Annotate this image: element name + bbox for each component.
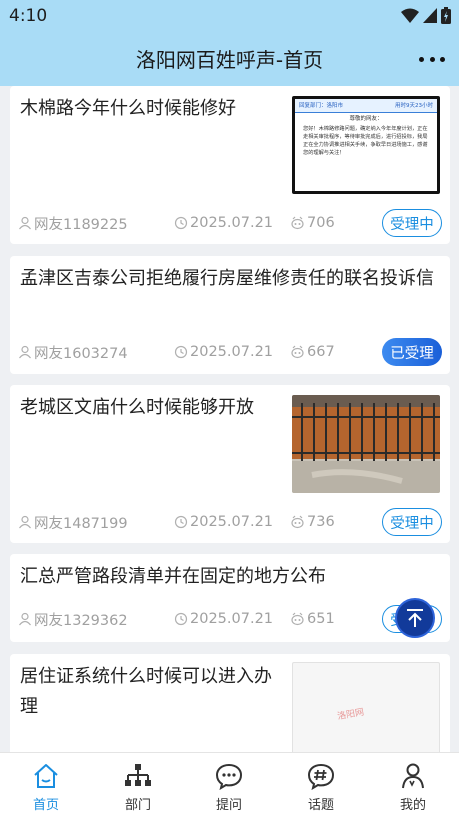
status-time: 4:10 [9,6,48,26]
post-views: 736 [290,509,335,535]
clock-icon [174,216,188,230]
hashtag-chat-icon [307,763,335,790]
post-author: 网友1487199 [18,509,128,535]
view-count-icon [291,345,304,359]
clock-icon [174,612,188,626]
post-card[interactable]: 木棉路今年什么时候能修好 回复部门：洛阳市 用时9天23小时 尊敬的网友： 您好… [10,86,450,244]
status-badge[interactable]: 受理中 [382,508,442,536]
post-title: 木棉路今年什么时候能修好 [20,98,236,119]
more-dot-icon [429,56,435,62]
post-views: 667 [290,339,335,365]
tab-departments[interactable]: 部门 [92,753,184,817]
status-badge[interactable]: 已受理 [382,338,442,366]
clock-icon [174,515,188,529]
status-icons [401,6,451,24]
user-icon [19,515,31,529]
user-icon [19,612,31,626]
signal-icon [423,7,437,23]
clock-icon [174,345,188,359]
post-card[interactable]: 老城区文庙什么时候能够开放 网友1487199 2025.07.21 736 受… [10,385,450,543]
post-thumbnail[interactable]: 回复部门：洛阳市 用时9天23小时 尊敬的网友： 您好！木棉路修路问题，确定纳入… [292,96,440,194]
reply-dept-label: 回复部门： [299,103,327,109]
tab-topics[interactable]: 话题 [275,753,367,817]
gate-photo-image [292,395,440,493]
post-views: 651 [290,606,335,632]
status-badge[interactable]: 受理中 [382,209,442,237]
reply-body: 您好！木棉路修路问题，确定纳入今年年度计划，正在走相关审批程序，等待审批完成后，… [303,126,428,156]
user-icon [19,345,31,359]
arrow-up-icon [407,609,423,627]
post-title: 老城区文庙什么时候能够开放 [20,397,254,418]
app-header: 4:10 洛阳网百姓呼声-首页 [0,0,459,86]
post-card[interactable]: 孟津区吉泰公司拒绝履行房屋维修责任的联名投诉信 网友1603274 2025.0… [10,256,450,374]
tab-label: 提问 [215,798,242,813]
post-card[interactable]: 居住证系统什么时候可以进入办理 洛阳网 [10,654,450,752]
post-meta: 网友1603274 2025.07.21 667 已受理 [18,338,442,366]
chat-bubble-icon [215,763,243,790]
user-icon [402,763,424,789]
post-feed[interactable]: 木棉路今年什么时候能修好 回复部门：洛阳市 用时9天23小时 尊敬的网友： 您好… [0,86,459,752]
post-meta: 网友1189225 2025.07.21 706 受理中 [18,209,442,237]
post-meta: 网友1329362 2025.07.21 651 受理中 [18,605,442,633]
post-title: 孟津区吉泰公司拒绝履行房屋维修责任的联名投诉信 [20,268,434,289]
reply-dept-name: 洛阳市 [326,103,344,109]
post-author: 网友1189225 [18,210,128,236]
post-title: 汇总严管路段清单并在固定的地方公布 [20,566,326,587]
post-thumbnail[interactable]: 洛阳网 [292,662,440,752]
post-thumbnail[interactable] [292,395,440,493]
reply-greeting: 尊敬的网友： [349,116,383,122]
post-card[interactable]: 汇总严管路段清单并在固定的地方公布 网友1329362 2025.07.21 6… [10,554,450,642]
tab-label: 首页 [32,798,59,813]
view-count-icon [291,612,304,626]
post-author: 网友1603274 [18,339,128,365]
post-date: 2025.07.21 [174,509,273,535]
tab-label: 部门 [124,798,151,813]
home-icon [34,764,58,788]
view-count-icon [291,216,304,230]
post-title: 居住证系统什么时候可以进入办理 [20,666,272,717]
tab-label: 我的 [399,798,426,813]
more-dot-icon [419,56,424,62]
org-chart-icon [125,764,151,786]
watermark-stamp: 洛阳网 [336,707,365,723]
reply-document-image: 回复部门：洛阳市 用时9天23小时 尊敬的网友： 您好！木棉路修路问题，确定纳入… [295,99,437,191]
battery-icon [441,6,451,24]
scroll-to-top-button[interactable] [395,598,435,638]
tab-label: 话题 [307,798,334,813]
tab-profile[interactable]: 我的 [367,753,459,817]
page-title: 洛阳网百姓呼声-首页 [135,48,324,72]
more-dot-icon [440,56,445,62]
reply-time: 用时9天23小时 [395,103,433,109]
post-date: 2025.07.21 [174,339,273,365]
view-count-icon [291,515,304,529]
more-options-button[interactable] [419,48,445,70]
user-icon [19,216,31,230]
post-views: 706 [290,210,335,236]
post-date: 2025.07.21 [174,606,273,632]
wifi-icon [401,8,419,23]
bottom-tab-bar: 首页 部门 提问 话题 我的 [0,752,459,817]
post-date: 2025.07.21 [174,210,273,236]
tab-home[interactable]: 首页 [0,753,92,817]
post-author: 网友1329362 [18,606,128,632]
tab-ask[interactable]: 提问 [183,753,275,817]
post-meta: 网友1487199 2025.07.21 736 受理中 [18,508,442,536]
